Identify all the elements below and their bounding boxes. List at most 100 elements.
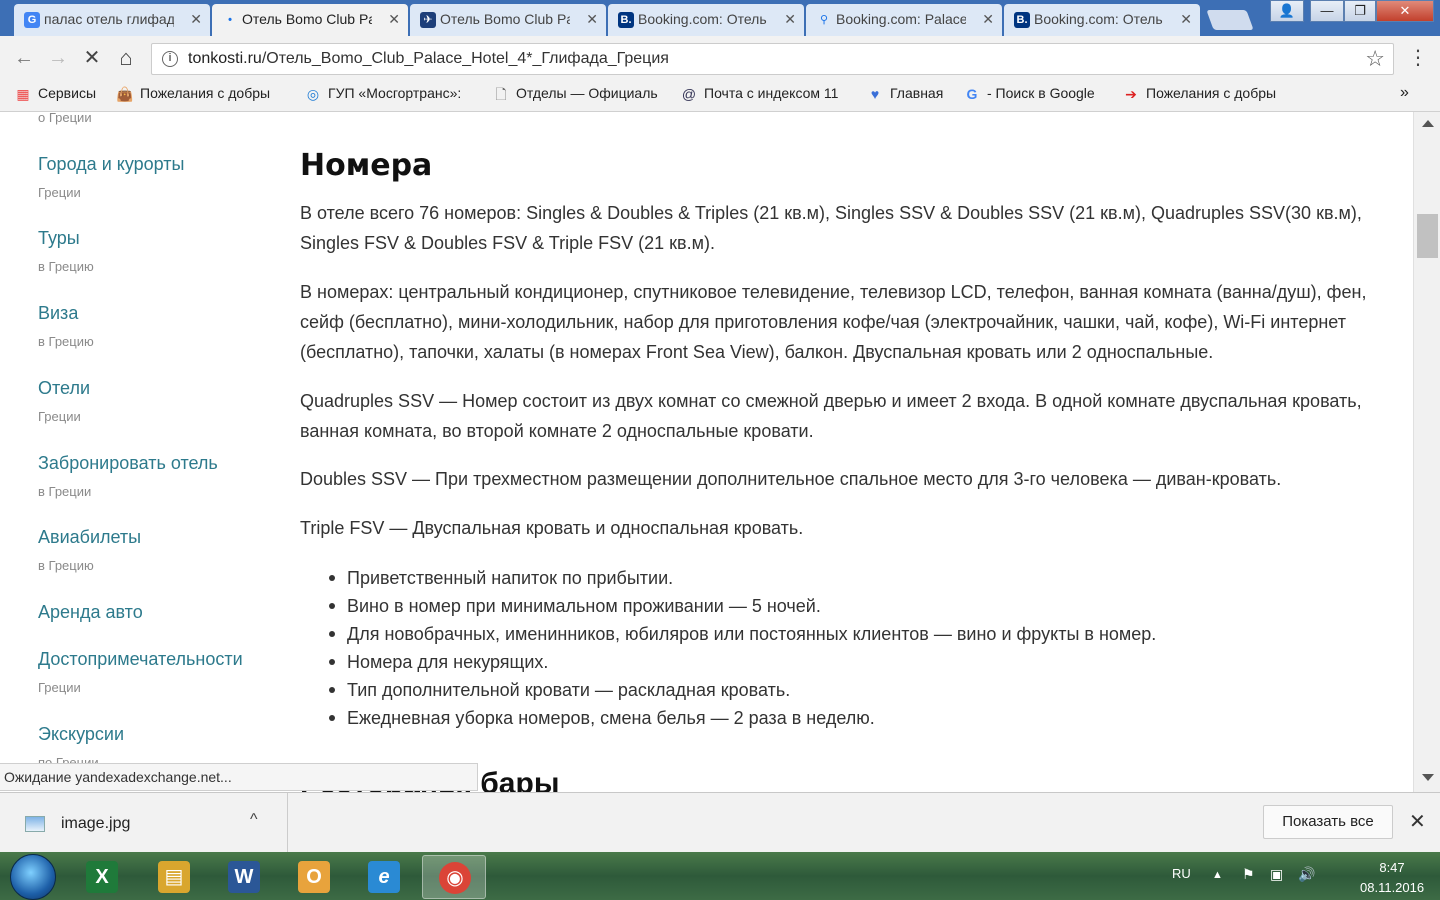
- sidebar-sub: Греции: [38, 409, 81, 424]
- info-icon[interactable]: i: [162, 51, 178, 67]
- bookmark-mosgortrans[interactable]: ◎ ГУП «Мосгортранс»:: [304, 80, 476, 112]
- heart-icon: ♥: [870, 86, 880, 102]
- tab-title: палас отель глифада: [44, 11, 174, 27]
- sidebar-item-hotels[interactable]: Отели: [38, 378, 90, 399]
- clock-time: 8:47: [1379, 860, 1405, 875]
- sidebar-sub: в Грецию: [38, 334, 94, 349]
- internet-explorer-icon: e: [368, 861, 400, 893]
- taskbar-app-word[interactable]: W: [212, 855, 276, 899]
- sidebar-item-tours[interactable]: Туры: [38, 228, 80, 249]
- system-tray: RU ▲ ⚑ ▣ 🔊 8:47 08.11.2016: [1170, 852, 1440, 900]
- tab-booking-2[interactable]: ⚲ Booking.com: Palace ✕: [806, 4, 1002, 36]
- minimize-button[interactable]: —: [1310, 0, 1344, 22]
- sidebar-sub: в Грецию: [38, 259, 94, 274]
- bookmark-wishes-1[interactable]: 👜 Пожелания с добры: [116, 80, 288, 112]
- sidebar-item-book-hotel[interactable]: Забронировать отель: [38, 453, 218, 474]
- mail-icon: @: [681, 86, 697, 102]
- sidebar-item-cities[interactable]: Города и курорты: [38, 154, 184, 175]
- stop-loading-button[interactable]: ✕: [80, 46, 104, 70]
- tab-title: Отель Bomo Club Palace: [440, 11, 570, 27]
- scroll-thumb[interactable]: [1417, 214, 1438, 258]
- download-item[interactable]: image.jpg ^: [0, 793, 288, 853]
- new-tab-button[interactable]: [1206, 10, 1254, 30]
- scroll-up-arrow[interactable]: [1422, 120, 1434, 127]
- bookmark-label: Главная: [890, 85, 944, 101]
- url-host: tonkosti.ru: [188, 50, 262, 67]
- action-center-flag-icon[interactable]: ⚑: [1242, 866, 1255, 883]
- address-bar[interactable]: i tonkosti.ru/Отель_Bomo_Club_Palace_Hot…: [151, 43, 1394, 75]
- scroll-down-arrow[interactable]: [1422, 774, 1434, 781]
- windows-taskbar: X ▤ W O e ◉ RU ▲ ⚑ ▣ 🔊 8:47 08.11.2016: [0, 852, 1440, 900]
- paragraph-amenities: В номерах: центральный кондиционер, спут…: [300, 282, 1367, 362]
- bookmarks-more-button[interactable]: »: [1380, 80, 1409, 112]
- close-icon[interactable]: ✕: [1180, 4, 1192, 34]
- list-item: Номера для некурящих.: [328, 648, 1156, 676]
- bookmark-departments[interactable]: 🗋 Отделы — Официаль: [492, 80, 664, 112]
- language-indicator[interactable]: RU: [1172, 866, 1191, 881]
- list-item: Тип дополнительной кровати — раскладная …: [328, 676, 1156, 704]
- sidebar-item-excursions[interactable]: Экскурсии: [38, 724, 124, 745]
- forward-button[interactable]: →: [46, 46, 70, 70]
- tab-bomo-club-2[interactable]: ✈ Отель Bomo Club Palace ✕: [410, 4, 606, 36]
- close-icon[interactable]: ✕: [586, 4, 598, 34]
- bookmark-label: Пожелания с добры: [140, 85, 271, 101]
- home-button[interactable]: ⌂: [114, 46, 138, 70]
- window-close-button[interactable]: ✕: [1376, 0, 1434, 22]
- bookmark-google-search[interactable]: G - Поиск в Google: [963, 80, 1095, 112]
- taskbar-app-chrome[interactable]: ◉: [422, 855, 486, 899]
- show-hidden-icons[interactable]: ▲: [1212, 869, 1223, 881]
- user-icon[interactable]: 👤: [1270, 0, 1304, 22]
- chevron-up-icon[interactable]: ^: [250, 811, 258, 829]
- tab-title: Booking.com: Palace: [836, 11, 966, 27]
- plane-icon: ✈: [420, 12, 436, 28]
- sidebar-item-sights[interactable]: Достопримечательности: [38, 649, 243, 670]
- close-icon[interactable]: ✕: [784, 4, 796, 34]
- tab-title: Booking.com: Отель: [1034, 11, 1163, 27]
- google-icon: G: [24, 12, 40, 28]
- tab-booking-3[interactable]: B. Booking.com: Отель ✕: [1004, 4, 1200, 36]
- bookmarks-bar: ▦ Сервисы 👜 Пожелания с добры ◎ ГУП «Мос…: [0, 80, 1440, 112]
- sidebar-item-flights[interactable]: Авиабилеты: [38, 527, 141, 548]
- taskbar-app-excel[interactable]: X: [70, 855, 134, 899]
- tab-booking-1[interactable]: B. Booking.com: Отель ✕: [608, 4, 804, 36]
- paragraph-triple: Triple FSV — Двуспальная кровать и однос…: [300, 518, 804, 538]
- page-icon: 🗋: [495, 86, 507, 102]
- tab-google-search[interactable]: G палас отель глифада ✕: [14, 4, 210, 36]
- arrow-icon: ➔: [1125, 86, 1137, 102]
- page-content: о Греции Города и курорты Греции Туры в …: [0, 112, 1413, 792]
- image-file-icon: [25, 816, 45, 832]
- show-all-downloads-button[interactable]: Показать все: [1263, 805, 1393, 839]
- clock[interactable]: 8:47 08.11.2016: [1360, 858, 1424, 898]
- sidebar-item-visa[interactable]: Виза: [38, 303, 78, 324]
- bookmark-services[interactable]: ▦ Сервисы: [14, 80, 96, 112]
- booking-icon: B.: [1014, 12, 1030, 28]
- word-icon: W: [228, 861, 260, 893]
- bookmark-star-icon[interactable]: ☆: [1365, 44, 1385, 74]
- maximize-button[interactable]: ❐: [1344, 0, 1376, 22]
- volume-icon[interactable]: 🔊: [1298, 866, 1315, 883]
- taskbar-app-ie[interactable]: e: [352, 855, 416, 899]
- download-file-name[interactable]: image.jpg: [61, 815, 130, 833]
- sidebar-item-car-rental[interactable]: Аренда авто: [38, 602, 143, 623]
- taskbar-app-outlook[interactable]: O: [282, 855, 346, 899]
- network-icon[interactable]: ▣: [1270, 866, 1283, 883]
- taskbar-app-explorer[interactable]: ▤: [142, 855, 206, 899]
- close-icon[interactable]: ✕: [190, 4, 202, 34]
- close-icon[interactable]: ✕: [982, 4, 994, 34]
- url-text[interactable]: tonkosti.ru/Отель_Bomo_Club_Palace_Hotel…: [188, 44, 669, 74]
- tab-strip: G палас отель глифада ✕ • Отель Bomo Clu…: [0, 0, 1440, 36]
- bookmark-main[interactable]: ♥ Главная: [866, 80, 943, 112]
- page-scrollbar[interactable]: [1413, 112, 1440, 792]
- sidebar-sub: о Греции: [38, 112, 92, 125]
- close-icon[interactable]: ✕: [388, 4, 400, 34]
- paragraph-quadruples: Quadruples SSV — Номер состоит из двух к…: [300, 391, 1362, 441]
- tab-title: Отель Bomo Club Palace: [242, 11, 372, 27]
- back-button[interactable]: ←: [12, 46, 36, 70]
- tab-bomo-club-active[interactable]: • Отель Bomo Club Palace ✕: [212, 4, 408, 36]
- chrome-menu-button[interactable]: ⋮: [1406, 46, 1430, 70]
- url-path: /Отель_Bomo_Club_Palace_Hotel_4*_Глифада…: [261, 50, 669, 67]
- bookmark-wishes-2[interactable]: ➔ Пожелания с добры: [1122, 80, 1294, 112]
- close-shelf-icon[interactable]: ✕: [1409, 809, 1426, 834]
- bookmark-post-index[interactable]: @ Почта с индексом 11: [680, 80, 852, 112]
- start-button[interactable]: [10, 854, 56, 900]
